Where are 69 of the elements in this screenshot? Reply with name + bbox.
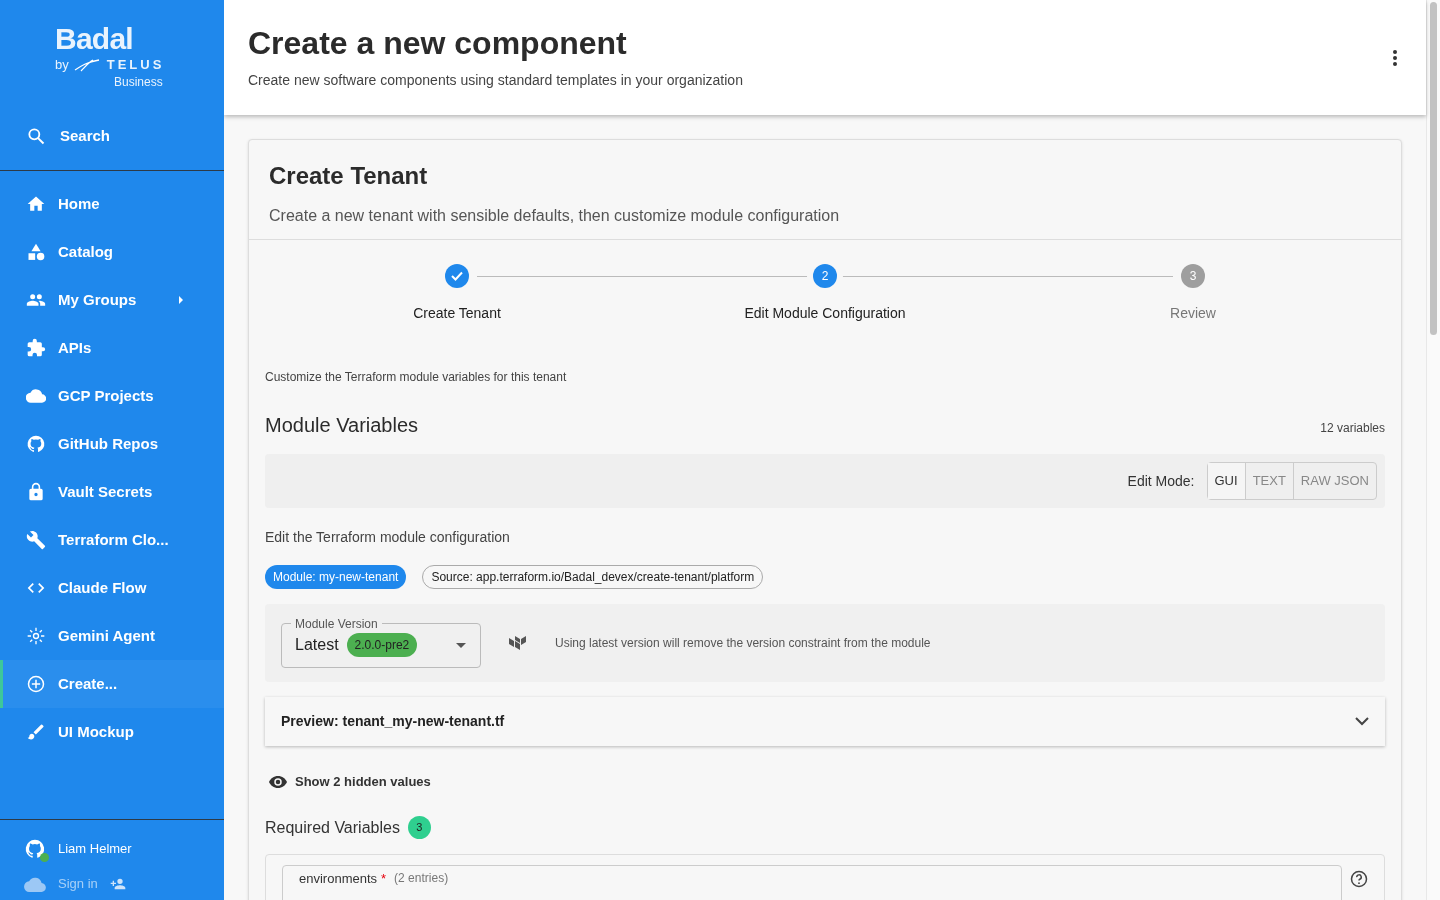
nav-icon: [26, 338, 46, 358]
nav-icon: [26, 386, 46, 406]
nav-icon: [26, 194, 46, 214]
nav-item[interactable]: APIs: [0, 324, 224, 372]
field-name: environments: [299, 869, 378, 888]
github-icon: [24, 838, 46, 860]
nav-icon: [26, 482, 46, 502]
variable-count: 12 variables: [1320, 420, 1385, 437]
search-button[interactable]: Search: [0, 112, 224, 160]
edit-caption: Edit the Terraform module configuration: [265, 528, 511, 547]
terraform-icon: [509, 636, 527, 650]
nav-item[interactable]: Gemini Agent: [0, 612, 224, 660]
card-title: Create Tenant: [269, 161, 429, 191]
cloud-icon: [24, 876, 46, 892]
step-label: Review: [1170, 304, 1216, 323]
version-badge: 2.0.0-pre2: [346, 633, 418, 657]
logo-brand: TELUS: [106, 56, 165, 74]
edit-mode-toggle[interactable]: RAW JSON: [1292, 463, 1376, 499]
chip: Module: my-new-tenant: [265, 565, 407, 589]
nav-icon: [26, 242, 46, 262]
version-note: Using latest version will remove the version constraint from the module: [555, 635, 931, 652]
badal-logo[interactable]: Badal by TELUS Business: [0, 0, 224, 112]
step-label: Edit Module Configuration: [744, 304, 906, 323]
nav-item[interactable]: GCP Projects: [0, 372, 224, 420]
nav-icon: [26, 434, 46, 454]
section-title: Required Variables: [265, 817, 400, 838]
select-value: Latest: [295, 635, 339, 655]
card-subtitle: Create a new tenant with sensible defaults, then customize module configuration: [269, 206, 841, 226]
user-name: Liam Helmer: [58, 840, 132, 859]
nav-item[interactable]: My Groups: [0, 276, 224, 324]
preview-accordion[interactable]: Preview: tenant_my-new-tenant.tf: [265, 697, 1385, 746]
step-label: Create Tenant: [413, 304, 501, 323]
page-title: Create a new component: [248, 24, 628, 63]
more-icon: [1393, 50, 1397, 66]
caret-icon: [176, 295, 186, 305]
sign-in-button[interactable]: Sign in: [0, 872, 224, 896]
nav-icon: [26, 626, 46, 646]
edit-mode-toggle[interactable]: GUI: [1207, 463, 1245, 499]
logo-by: by: [55, 56, 69, 74]
required-mark: *: [381, 869, 387, 888]
nav-item[interactable]: Home: [0, 180, 224, 228]
logo-title: Badal: [55, 22, 134, 56]
scrollbar[interactable]: [1426, 0, 1440, 900]
help-icon: [1350, 869, 1368, 888]
dropdown-icon: [456, 642, 466, 648]
nav-item[interactable]: Vault Secrets: [0, 468, 224, 516]
add-person-icon: [109, 877, 126, 891]
nav-icon: [26, 722, 46, 742]
nav-icon: [26, 530, 46, 550]
search-icon: [26, 126, 46, 146]
nav-item[interactable]: Terraform Clo...: [0, 516, 224, 564]
edit-mode-toggle[interactable]: TEXT: [1244, 463, 1293, 499]
nav-item[interactable]: Claude Flow: [0, 564, 224, 612]
edit-mode-label: Edit Mode:: [1127, 471, 1195, 491]
more-menu-button[interactable]: [1390, 48, 1400, 68]
nav-item[interactable]: Create...: [0, 660, 224, 708]
nav-icon: [26, 674, 46, 694]
field-meta: (2 entries): [394, 869, 449, 887]
nav-item[interactable]: GitHub Repos: [0, 420, 224, 468]
show-hidden-button[interactable]: Show 2 hidden values: [265, 772, 431, 792]
count-badge: 3: [407, 816, 431, 839]
nav-item[interactable]: Catalog: [0, 228, 224, 276]
page-subtitle: Create new software components using standard templates in your organization: [248, 71, 744, 90]
logo-sub: Business: [113, 74, 164, 89]
nav-item[interactable]: UI Mockup: [0, 708, 224, 756]
section-title: Module Variables: [265, 413, 419, 438]
step-hint: Customize the Terraform module variables for this tenant: [265, 369, 568, 386]
variable-field[interactable]: environments * (2 entries): [282, 864, 1342, 900]
eye-icon: [269, 775, 287, 788]
